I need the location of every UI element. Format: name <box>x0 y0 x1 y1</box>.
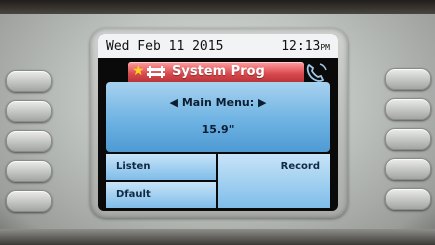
right-line-key-4[interactable] <box>385 158 431 180</box>
line-icon <box>147 66 165 78</box>
status-ampm: PM <box>320 43 330 52</box>
arrow-right-icon[interactable]: ▶ <box>258 96 266 109</box>
device-bottom-edge <box>0 229 435 245</box>
right-line-key-5[interactable] <box>385 188 431 210</box>
right-line-key-2[interactable] <box>385 98 431 120</box>
softkey-grid: Listen Dfault Record <box>106 154 330 208</box>
left-line-key-2[interactable] <box>6 100 52 122</box>
softkey-default[interactable]: Dfault <box>106 182 216 208</box>
left-line-key-1[interactable] <box>6 70 52 92</box>
left-line-key-3[interactable] <box>6 130 52 152</box>
device-top-edge <box>0 0 435 14</box>
softkey-default-label: Dfault <box>116 189 151 200</box>
right-line-key-3[interactable] <box>385 128 431 150</box>
status-time: 12:13PM <box>281 39 330 54</box>
display-screen: Wed Feb 11 2015 12:13PM ★ System Prog ◀ … <box>98 34 338 211</box>
softkey-record[interactable]: Record <box>218 154 330 208</box>
softkey-listen[interactable]: Listen <box>106 154 216 180</box>
star-icon: ★ <box>132 63 145 79</box>
right-line-key-1[interactable] <box>385 68 431 90</box>
menu-value: 15.9" <box>201 123 235 136</box>
screen-title: System Prog <box>172 64 265 79</box>
softkey-listen-label: Listen <box>116 161 151 172</box>
left-line-key-5[interactable] <box>6 190 52 212</box>
title-tab: ★ System Prog <box>128 62 304 82</box>
arrow-left-icon[interactable]: ◀ <box>170 96 178 109</box>
menu-selector[interactable]: ◀ Main Menu: ▶ <box>106 96 330 109</box>
left-line-key-4[interactable] <box>6 160 52 182</box>
main-menu-panel[interactable]: ◀ Main Menu: ▶ 15.9" <box>106 82 330 152</box>
phone-device: Wed Feb 11 2015 12:13PM ★ System Prog ◀ … <box>0 0 435 245</box>
status-bar: Wed Feb 11 2015 12:13PM <box>98 34 338 58</box>
softkey-record-label: Record <box>280 161 320 172</box>
status-date: Wed Feb 11 2015 <box>106 39 224 54</box>
status-clock: 12:13 <box>281 39 321 54</box>
main-menu-label: Main Menu: <box>181 96 255 109</box>
phone-icon[interactable] <box>304 62 328 84</box>
